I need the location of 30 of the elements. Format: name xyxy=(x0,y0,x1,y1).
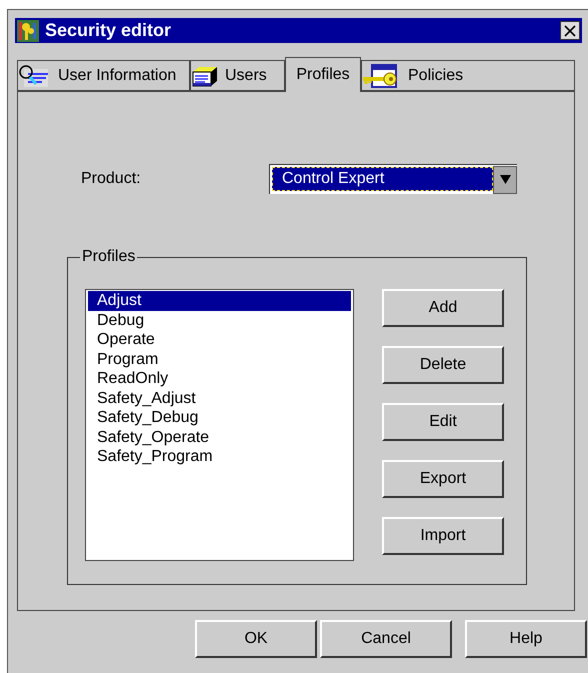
product-label: Product: xyxy=(81,169,142,189)
list-item[interactable]: Operate xyxy=(88,330,351,350)
close-button[interactable] xyxy=(560,21,580,40)
list-item[interactable]: Safety_Debug xyxy=(88,408,351,428)
list-item[interactable]: Safety_Adjust xyxy=(88,388,351,408)
list-item[interactable]: Safety_Operate xyxy=(88,428,351,447)
keys-app-icon xyxy=(17,20,39,42)
tab[interactable]: Policies xyxy=(361,60,575,91)
profiles-list[interactable]: Adjust Debug Operate Program ReadOnly Safety_Adjust Safety_Debug Safety_Operate Safety_Program xyxy=(85,289,354,561)
tab[interactable]: User Information xyxy=(17,60,190,91)
button[interactable]: Import xyxy=(382,517,504,555)
close-icon xyxy=(564,24,576,36)
list-item[interactable]: Debug xyxy=(88,310,351,330)
button[interactable]: Delete xyxy=(382,346,504,384)
button[interactable]: OK xyxy=(195,620,317,658)
list-item[interactable]: ReadOnly xyxy=(88,369,351,388)
list-item[interactable]: Program xyxy=(88,350,351,369)
window-title: Security editor xyxy=(45,19,172,42)
button[interactable]: Export xyxy=(382,460,504,498)
list-item[interactable]: Adjust xyxy=(88,291,351,310)
dropdown-arrow-icon xyxy=(500,175,510,184)
product-dropdown[interactable]: Control Expert xyxy=(269,164,517,194)
button[interactable]: Add xyxy=(382,289,504,327)
tab[interactable]: Users xyxy=(190,60,285,91)
button[interactable]: Edit xyxy=(382,403,504,441)
dropdown-value: Control Expert xyxy=(272,166,493,190)
list-item[interactable]: Safety_Program xyxy=(88,447,351,466)
tab[interactable]: Profiles xyxy=(285,57,361,92)
button[interactable]: Help xyxy=(465,620,587,658)
button[interactable]: Cancel xyxy=(320,620,452,658)
